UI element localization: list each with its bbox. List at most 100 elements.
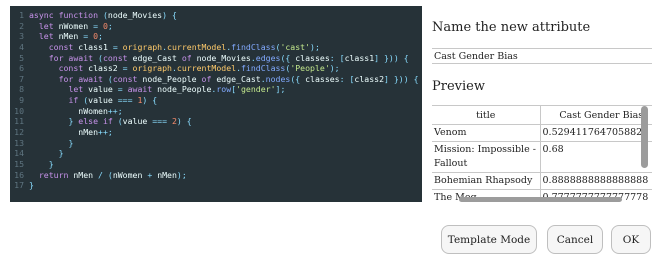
preview-table: title Cast Gender Bias Venom 0.529411764… (432, 106, 652, 202)
code-token: = (93, 20, 103, 31)
code-token: class2 (354, 73, 384, 84)
line-number: 8 (19, 84, 24, 95)
code-token: } (29, 180, 34, 191)
preview-header-row: title Cast Gender Bias (432, 106, 652, 125)
code-line: 15 } (10, 159, 422, 170)
code-token: let (38, 31, 59, 42)
code-token: 'People' (290, 63, 330, 74)
line-number: 7 (19, 73, 24, 84)
code-token: ({ (290, 73, 306, 84)
cancel-button[interactable]: Cancel (547, 225, 603, 254)
code-token: ); (310, 41, 320, 52)
code-token: node_Movies (196, 52, 251, 63)
table-cell-title: Mission: Impossible - Fallout (432, 141, 541, 173)
code-token: async function (29, 10, 103, 20)
code-editor[interactable]: 1 async function (node_Movies) {2 let nWo… (10, 6, 422, 202)
code-token: let (38, 20, 59, 31)
code-token: else if (78, 116, 118, 127)
code-token: edge_Cast (132, 52, 182, 63)
line-number: 16 (14, 169, 24, 180)
line-number: 10 (14, 105, 24, 116)
code-token: value (122, 116, 153, 127)
code-line: 1 async function (node_Movies) { (10, 10, 422, 21)
code-line: 8 let value = await node_People.row['gen… (10, 84, 422, 95)
code-token: ; (107, 20, 113, 31)
code-token: classes (305, 73, 340, 84)
code-token: ++; (98, 127, 113, 138)
line-number: 14 (14, 148, 24, 159)
code-token: const (48, 41, 79, 52)
code-token: value (88, 95, 118, 106)
code-line: 9 if (value === 1) { (10, 95, 422, 106)
code-token: findClass (231, 41, 276, 52)
table-cell-value: 0.5294117647058824 (540, 124, 652, 142)
code-token: let (68, 84, 89, 95)
code-token: value (88, 84, 118, 95)
code-line: 4 const class1 = origraph.currentModel.f… (10, 42, 422, 53)
code-token: } (68, 137, 74, 148)
code-token: node_People (157, 84, 212, 95)
preview-vertical-scrollbar[interactable] (641, 106, 648, 168)
code-token: ) { (162, 10, 177, 20)
table-row: Bohemian Rhapsody 0.8888888888888888 (432, 172, 652, 190)
template-mode-button[interactable]: Template Mode (441, 225, 537, 254)
code-line: 2 let nWomen = 0; (10, 21, 422, 32)
code-token: ++; (107, 105, 123, 116)
code-token: nWomen (58, 20, 94, 31)
code-line: 11 } else if (value === 2) { (10, 116, 422, 127)
code-line: 6 const class2 = origraph.currentModel.f… (10, 63, 422, 74)
code-token: ) { (142, 95, 158, 106)
attribute-name-heading: Name the new attribute (432, 20, 591, 35)
line-number: 5 (19, 52, 24, 63)
code-line: 3 let nMen = 0; (10, 31, 422, 42)
code-line: 12 nMen++; (10, 127, 422, 138)
code-token: class1 (78, 41, 113, 52)
code-line: 5 for await (const edge_Cast of node_Mov… (10, 53, 422, 64)
code-token: ); (329, 63, 340, 74)
line-number: 11 (14, 116, 24, 127)
code-token: findClass (241, 63, 286, 74)
line-number: 4 (19, 41, 24, 52)
code-token: = (112, 41, 123, 52)
attribute-name-input[interactable] (432, 48, 652, 64)
code-token: ] })) { (384, 73, 419, 84)
code-token: = (117, 84, 128, 95)
code-token: === (117, 95, 138, 106)
code-token: currentModel (176, 63, 237, 74)
line-number: 1 (19, 10, 24, 20)
line-number: 13 (14, 137, 24, 148)
code-token: 'gender' (236, 84, 276, 95)
table-cell-value: 0.68 (540, 141, 652, 173)
code-token: currentModel (167, 41, 227, 52)
code-token: edge_Cast (216, 73, 261, 84)
code-token: if (68, 95, 84, 106)
table-cell-value: 0.8888888888888888 (540, 172, 652, 190)
line-number: 2 (19, 20, 24, 31)
code-token: } (68, 116, 79, 127)
code-token: of (201, 73, 217, 84)
line-number: 6 (19, 63, 24, 74)
preview-horizontal-scrollbar[interactable] (459, 197, 622, 202)
attribute-panel: Name the new attribute Preview title Cas… (422, 0, 652, 253)
code-token: ; (98, 31, 103, 42)
table-row: Venom 0.5294117647058824 (432, 124, 652, 142)
code-token: ({ (280, 52, 296, 63)
line-number: 12 (14, 127, 24, 138)
column-header-attribute[interactable]: Cast Gender Bias (540, 106, 652, 125)
code-token: ) { (176, 116, 192, 127)
ok-button[interactable]: OK (611, 225, 651, 254)
code-token: : [ (339, 73, 355, 84)
code-token: = (83, 31, 94, 42)
preview-table-container[interactable]: title Cast Gender Bias Venom 0.529411764… (432, 105, 652, 202)
column-header-title[interactable]: title (432, 106, 541, 125)
code-token: classes (295, 52, 330, 63)
table-row: Mission: Impossible - Fallout 0.68 (432, 141, 652, 173)
code-line: 16 return nMen / (nWomen + nMen); (10, 170, 422, 181)
